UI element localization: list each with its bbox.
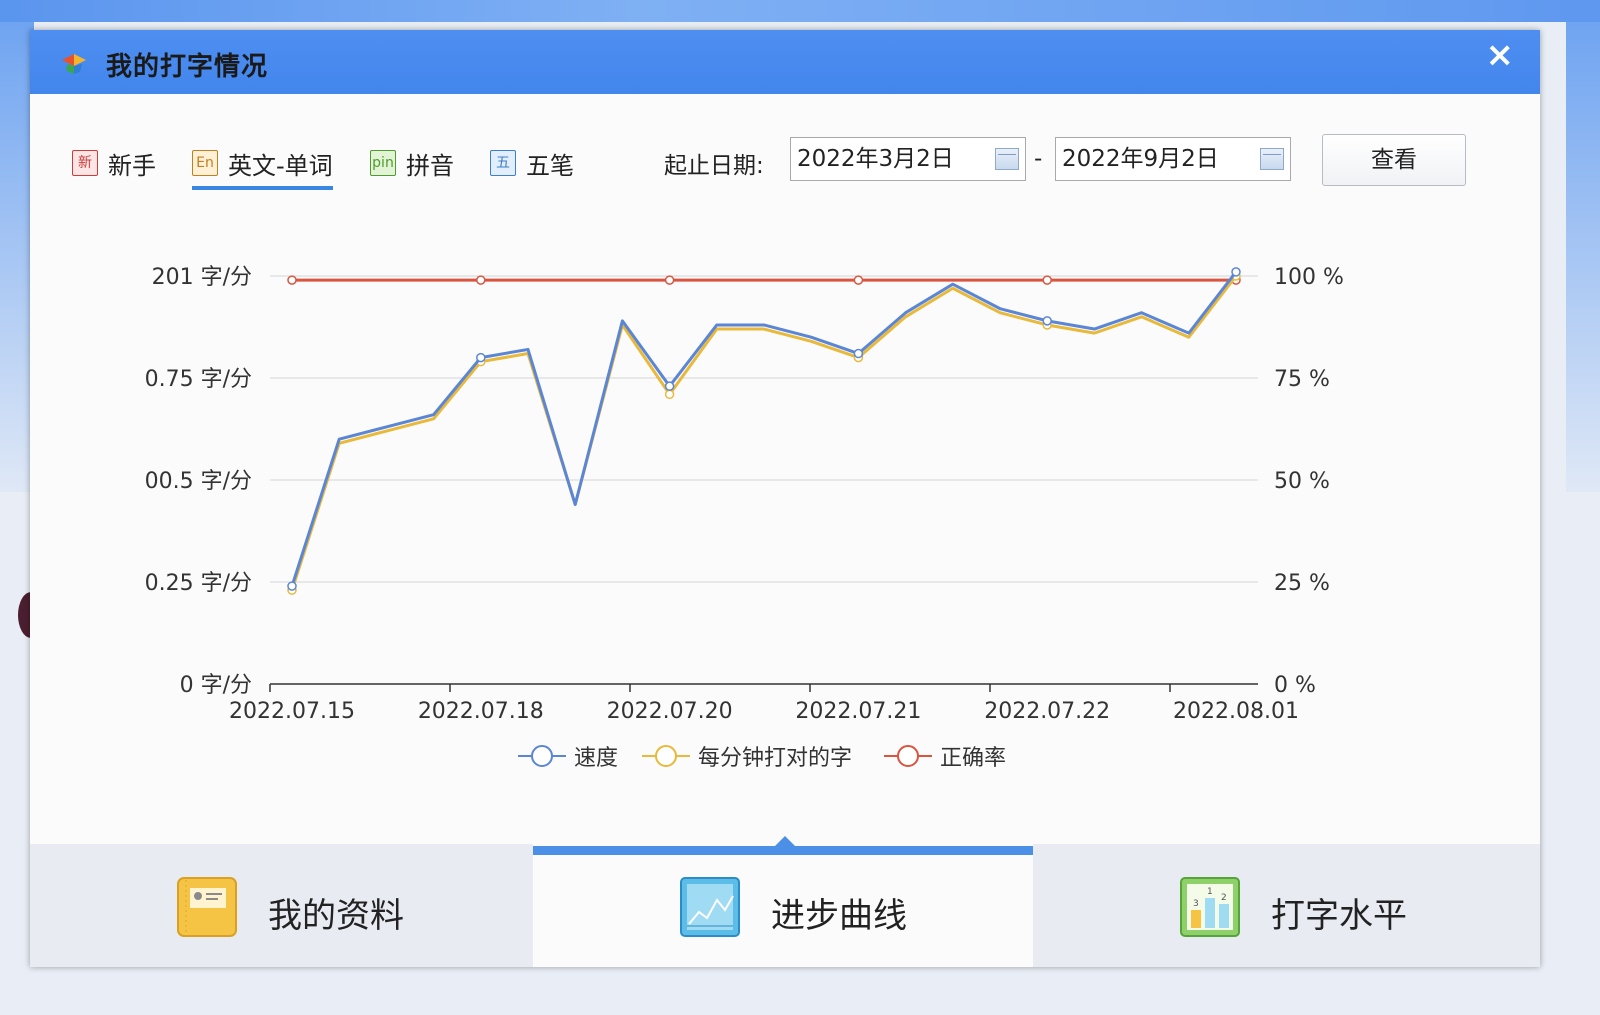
date-range-label: 起止日期: (664, 153, 764, 179)
legend-label: 正确率 (940, 746, 1007, 771)
x-axis-tick-label: 2022.07.20 (607, 699, 733, 724)
typing-stats-dialog: 我的打字情况 × 新 新手 En 英文-单词 pin 拼音 五 五笔 起止日期:… (30, 30, 1540, 967)
tab-label: 新手 (108, 151, 156, 180)
progress-curve-icon (680, 877, 740, 937)
legend-item-speed[interactable]: 速度 (518, 740, 618, 772)
tab-label: 拼音 (406, 151, 454, 180)
series-point (853, 275, 864, 285)
dialog-title: 我的打字情况 (106, 52, 269, 82)
x-axis-tick-label: 2022.07.15 (229, 699, 355, 724)
tab-typing-level[interactable]: 3 1 2 打字水平 (1033, 844, 1540, 967)
left-axis-tick-label: 00.5 字/分 (145, 469, 252, 494)
view-button[interactable]: 查看 (1322, 134, 1466, 186)
tab-label: 打字水平 (1271, 896, 1407, 936)
tab-wubi[interactable]: 五 五笔 (490, 140, 574, 186)
legend-item-accuracy[interactable]: 正确率 (884, 740, 1006, 772)
calendar-icon[interactable] (995, 148, 1019, 170)
tab-english-words[interactable]: En 英文-单词 (192, 140, 333, 190)
tab-pinyin[interactable]: pin 拼音 (370, 140, 454, 186)
end-date-value: 2022年9月2日 (1062, 146, 1219, 172)
active-tab-indicator (533, 846, 1033, 855)
left-axis-tick-label: 0.75 字/分 (145, 367, 252, 392)
svg-text:1: 1 (1207, 887, 1213, 897)
bottom-nav: 我的资料 进步曲线 3 1 2 打字水平 (30, 836, 1540, 967)
right-axis-tick-label: 100 % (1274, 265, 1344, 290)
x-axis-tick-label: 2022.07.22 (984, 699, 1110, 724)
profile-card-icon (177, 877, 237, 937)
right-axis-tick-label: 25 % (1274, 571, 1330, 596)
legend-marker-icon (884, 745, 932, 767)
typing-level-icon: 3 1 2 (1180, 877, 1240, 937)
tab-my-profile[interactable]: 我的资料 (30, 844, 533, 967)
tab-progress-curve[interactable]: 进步曲线 (533, 836, 1033, 967)
series-line-1 (290, 275, 1238, 591)
left-axis-tick-label: 201 字/分 (152, 265, 252, 290)
svg-text:3: 3 (1193, 899, 1199, 909)
series-point (287, 275, 297, 285)
active-tab-notch (775, 836, 795, 846)
series-line-0 (290, 271, 1238, 587)
progress-line-chart: 0 字/分 0 % 0.25 字/分 25 % 00.5 字/分 50 % 0.75 字/分… (145, 265, 1344, 724)
close-button[interactable]: × (1486, 38, 1515, 72)
legend-label: 每分钟打对的字 (698, 746, 853, 771)
x-axis-tick-label: 2022.07.18 (418, 699, 544, 724)
series-point (1231, 267, 1241, 277)
date-separator: - (1034, 146, 1043, 172)
series-point (476, 275, 486, 285)
novice-badge-icon: 新 (72, 150, 98, 176)
legend-marker-icon (518, 745, 566, 767)
tab-label: 英文-单词 (228, 151, 333, 180)
start-date-picker[interactable]: 2022年3月2日 (790, 137, 1026, 181)
series-point (287, 581, 297, 591)
series-point (664, 389, 675, 400)
right-axis-tick-label: 0 % (1274, 673, 1316, 698)
background-right (1566, 22, 1600, 492)
tab-label: 进步曲线 (771, 896, 907, 936)
legend-label: 速度 (574, 746, 619, 771)
background-left (0, 22, 34, 492)
tab-novice[interactable]: 新 新手 (72, 140, 156, 186)
left-axis-tick-label: 0.25 字/分 (145, 571, 252, 596)
wubi-badge-icon: 五 (490, 150, 516, 176)
series-point (664, 275, 675, 285)
background-titlebar (0, 0, 1600, 22)
chart-legend: 速度 每分钟打对的字 正确率 (30, 740, 1540, 776)
right-axis-tick-label: 50 % (1274, 469, 1330, 494)
tab-label: 我的资料 (268, 896, 404, 936)
series-point (476, 352, 486, 363)
start-date-value: 2022年3月2日 (797, 146, 954, 172)
dialog-titlebar: 我的打字情况 × (30, 30, 1540, 94)
series-point (1042, 316, 1052, 326)
english-badge-icon: En (192, 150, 218, 176)
svg-text:2: 2 (1221, 893, 1227, 903)
left-axis-tick-label: 0 字/分 (180, 673, 252, 698)
series-point (1042, 275, 1052, 285)
pinyin-badge-icon: pin (370, 150, 396, 176)
x-axis-tick-label: 2022.07.21 (795, 699, 921, 724)
legend-item-correct-per-minute[interactable]: 每分钟打对的字 (642, 740, 852, 772)
calendar-icon[interactable] (1260, 148, 1284, 170)
x-axis-tick-label: 2022.08.01 (1173, 699, 1299, 724)
tab-label: 五笔 (526, 151, 574, 180)
series-point (853, 348, 864, 359)
end-date-picker[interactable]: 2022年9月2日 (1055, 137, 1291, 181)
series-point (664, 381, 675, 391)
legend-marker-icon (642, 745, 690, 767)
right-axis-tick-label: 75 % (1274, 367, 1330, 392)
app-logo-icon (62, 54, 86, 74)
